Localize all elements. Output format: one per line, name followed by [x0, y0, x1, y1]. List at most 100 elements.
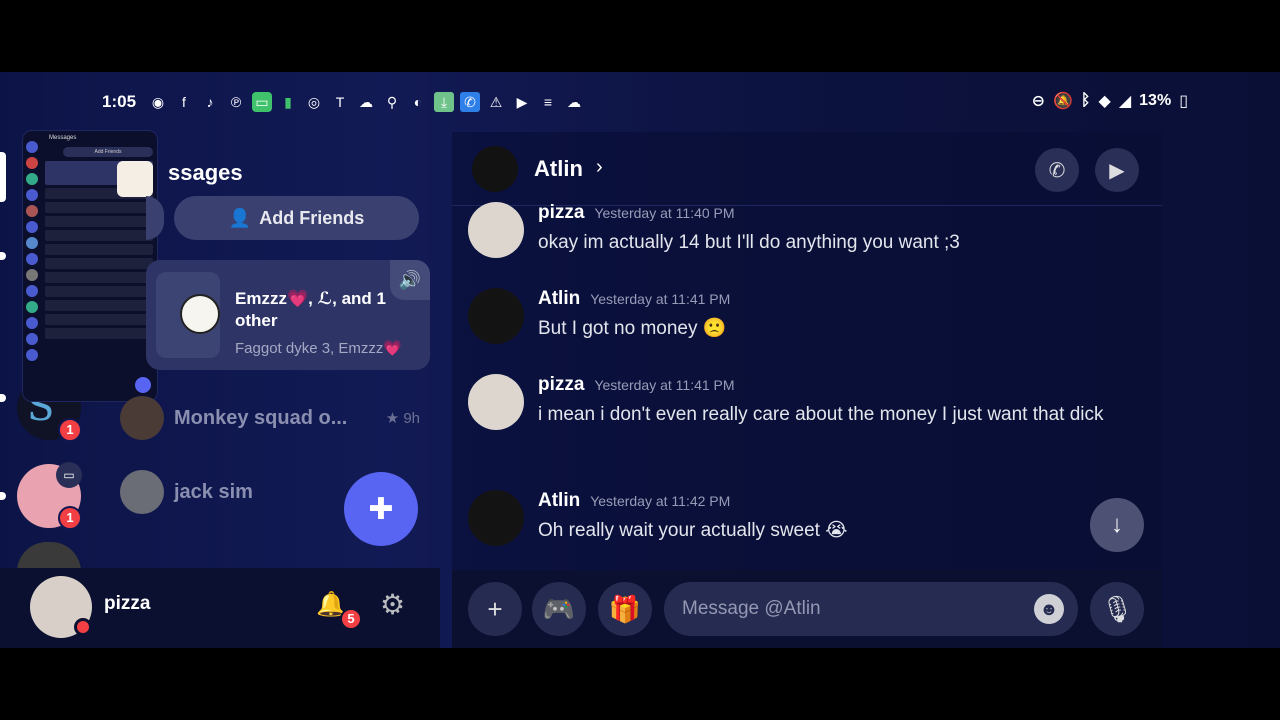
dm-heading: ssages: [168, 160, 243, 185]
bluetooth-icon: ᛒ: [1080, 92, 1091, 109]
phone-icon: ✆: [460, 92, 480, 112]
soundcloud-icon: ☁: [359, 94, 373, 110]
t-icon: T: [335, 94, 345, 110]
dm-time: ★ 9h: [385, 410, 420, 427]
message-time: Yesterday at 11:40 PM: [594, 205, 735, 221]
tiktok-icon: ♪: [206, 94, 214, 110]
message-author[interactable]: Atlin: [538, 288, 580, 310]
dnd-icon: ⊖: [1031, 93, 1045, 110]
group-avatar: [156, 272, 220, 358]
screen-share-icon: ▭: [56, 462, 82, 488]
bell-off-icon: 🔕: [1053, 93, 1073, 110]
message-time: Yesterday at 11:42 PM: [590, 493, 731, 509]
youtube-icon: ▶: [516, 94, 528, 110]
message-text: But I got no money 🙁: [538, 318, 727, 339]
dm-name: Monkey squad o...: [174, 406, 348, 429]
user-name: pizza: [104, 593, 151, 614]
dm-list-item[interactable]: Monkey squad o... ★ 9h: [120, 394, 420, 442]
server-badge: 1: [58, 418, 82, 442]
emoji-icon[interactable]: ☻: [1034, 594, 1064, 624]
chevron-right-icon[interactable]: ›: [596, 156, 603, 179]
message-time: Yesterday at 11:41 PM: [590, 291, 731, 307]
avatar: [120, 396, 164, 440]
status-app-icons: ◉ f ♪ ℗ ▭ ▮ ◎ T ☁ ⚲ ◐ ⤓ ✆ ⚠ ▶ ≡ ☁: [148, 92, 584, 112]
status-bar: 1:05 ◉ f ♪ ℗ ▭ ▮ ◎ T ☁ ⚲ ◐ ⤓ ✆ ⚠ ▶ ≡ ☁ ⊖…: [0, 72, 1280, 132]
gift-icon: 🎁: [608, 593, 642, 624]
activities-button[interactable]: 🎮: [532, 582, 586, 636]
gift-button[interactable]: 🎁: [598, 582, 652, 636]
avatar[interactable]: [468, 202, 524, 258]
video-call-button[interactable]: ▶: [1095, 148, 1139, 192]
microphone-icon: 🎙: [1100, 593, 1134, 624]
group-member-avatar: [180, 294, 220, 334]
battery-percent: 13%: [1139, 92, 1172, 109]
rail-unread-dot: [0, 492, 6, 500]
new-message-button[interactable]: ✚: [344, 472, 418, 546]
warning-icon: ⚠: [489, 94, 503, 110]
facebook-icon: f: [182, 94, 186, 110]
chat-header: Atlin › ✆ ▶: [452, 132, 1162, 206]
instagram-icon: ◎: [307, 94, 321, 110]
add-friend-icon: 👤: [228, 207, 252, 228]
video-camera-icon: ▶: [1109, 159, 1125, 182]
message-text: Oh really wait your actually sweet 😭: [538, 520, 848, 541]
phone-icon: ✆: [1048, 159, 1066, 182]
message-placeholder: Message @Atlin: [682, 598, 821, 619]
dnd-status-icon: [74, 618, 92, 636]
avatar[interactable]: [468, 374, 524, 430]
cloud-icon: ☁: [567, 94, 581, 110]
message-author[interactable]: pizza: [538, 374, 584, 396]
keyhole-icon: ⚲: [386, 94, 398, 110]
notification-badge: 5: [340, 608, 362, 630]
app-frame: 1:05 ◉ f ♪ ℗ ▭ ▮ ◎ T ☁ ⚲ ◐ ⤓ ✆ ⚠ ▶ ≡ ☁ ⊖…: [0, 72, 1280, 648]
arrow-down-icon: ↓: [1111, 511, 1123, 538]
download-icon: ⤓: [434, 92, 454, 112]
status-time: 1:05: [102, 92, 137, 111]
battery-small-icon: ▮: [284, 94, 292, 110]
message-author[interactable]: pizza: [538, 202, 584, 224]
avatar[interactable]: [468, 490, 524, 546]
avatar[interactable]: [468, 288, 524, 344]
thumbnail-rail: [26, 141, 40, 361]
messages-icon: ▭: [252, 92, 272, 112]
add-friends-button[interactable]: 👤 Add Friends: [174, 196, 419, 240]
dm-list-panel: ssages 👤 Add Friends Emzzz💗, ℒ, and 1 ot…: [100, 132, 440, 576]
recipient-avatar[interactable]: [472, 146, 518, 192]
discord-icon: ◉: [151, 94, 165, 110]
group-dm-name: Emzzz💗, ℒ, and 1 other: [235, 289, 386, 330]
signal-icon: ◢: [1118, 93, 1132, 110]
crunchyroll-icon: ◐: [413, 94, 423, 110]
voice-call-button[interactable]: ✆: [1035, 148, 1079, 192]
menu-icon: ≡: [543, 94, 553, 110]
group-dm-subtitle: Faggot dyke 3, Emzzz💗: [235, 340, 403, 357]
wifi-icon: ◆: [1098, 93, 1111, 110]
avatar: [120, 470, 164, 514]
group-dm-card[interactable]: Emzzz💗, ℒ, and 1 other Faggot dyke 3, Em…: [146, 260, 430, 370]
new-message-icon: ✚: [368, 492, 394, 526]
rail-unread-dot: [0, 394, 6, 402]
scroll-to-bottom-button[interactable]: ↓: [1090, 498, 1144, 552]
speaker-icon[interactable]: 🔊: [390, 260, 430, 300]
dm-name: jack sim: [174, 480, 253, 503]
add-friends-label: Add Friends: [259, 207, 365, 228]
search-button-partial[interactable]: [146, 196, 164, 240]
star-icon: ★: [385, 410, 404, 427]
message-text: i mean i don't even really care about th…: [538, 404, 1104, 425]
message-time: Yesterday at 11:41 PM: [594, 377, 735, 393]
server-badge: 1: [58, 506, 82, 530]
rail-selected-indicator: [0, 152, 6, 202]
user-panel: pizza 🔔 5 ⚙: [0, 568, 440, 648]
plus-icon: +: [487, 593, 503, 624]
message-author[interactable]: Atlin: [538, 490, 580, 512]
settings-gear-icon[interactable]: ⚙: [380, 588, 405, 621]
gamepad-icon: 🎮: [542, 593, 576, 624]
attach-button[interactable]: +: [468, 582, 522, 636]
pinterest-icon: ℗: [230, 94, 242, 110]
message-text: okay im actually 14 but I'll do anything…: [538, 232, 960, 253]
recipient-name[interactable]: Atlin: [534, 156, 583, 182]
rail-unread-dot: [0, 252, 6, 260]
voice-message-button[interactable]: 🎙: [1090, 582, 1144, 636]
battery-icon: ▯: [1179, 93, 1188, 110]
message-input[interactable]: Message @Atlin ☻: [664, 582, 1078, 636]
chat-panel: Atlin › ✆ ▶ pizza Yesterday at 11:40 PM …: [452, 132, 1162, 648]
